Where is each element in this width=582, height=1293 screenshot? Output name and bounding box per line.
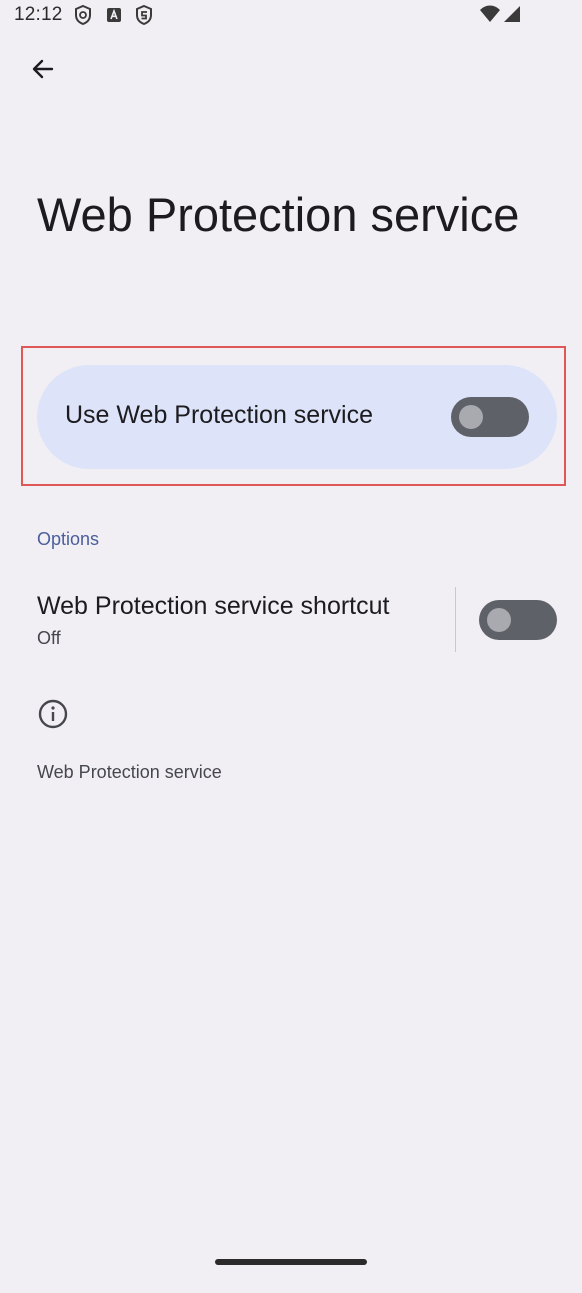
- main-switch-bar[interactable]: Use Web Protection service: [37, 365, 557, 469]
- a-badge-icon: [103, 4, 125, 26]
- arrow-back-icon: [30, 56, 56, 87]
- wifi-icon: [478, 3, 502, 25]
- shield-icon: [72, 4, 94, 26]
- gesture-nav-handle[interactable]: [215, 1259, 367, 1265]
- shortcut-title: Web Protection service shortcut: [37, 592, 390, 620]
- info-icon: [37, 698, 69, 730]
- toggle-knob: [487, 608, 511, 632]
- shortcut-toggle[interactable]: [479, 600, 557, 640]
- back-button[interactable]: [22, 50, 64, 92]
- page-title: Web Protection service: [37, 188, 520, 241]
- security-shield-icon: [133, 4, 155, 26]
- status-bar: 12:12: [0, 0, 582, 32]
- footer-text: Web Protection service: [37, 762, 222, 782]
- shortcut-summary: Off: [37, 628, 61, 648]
- section-header-options: Options: [37, 529, 100, 549]
- cellular-signal-icon: [502, 3, 524, 25]
- status-time: 12:12: [14, 4, 63, 25]
- vertical-divider: [455, 587, 456, 652]
- shortcut-setting-row[interactable]: Web Protection service shortcut Off: [0, 580, 582, 658]
- main-switch-label: Use Web Protection service: [65, 401, 373, 429]
- main-switch-toggle[interactable]: [451, 397, 529, 437]
- toggle-knob: [459, 405, 483, 429]
